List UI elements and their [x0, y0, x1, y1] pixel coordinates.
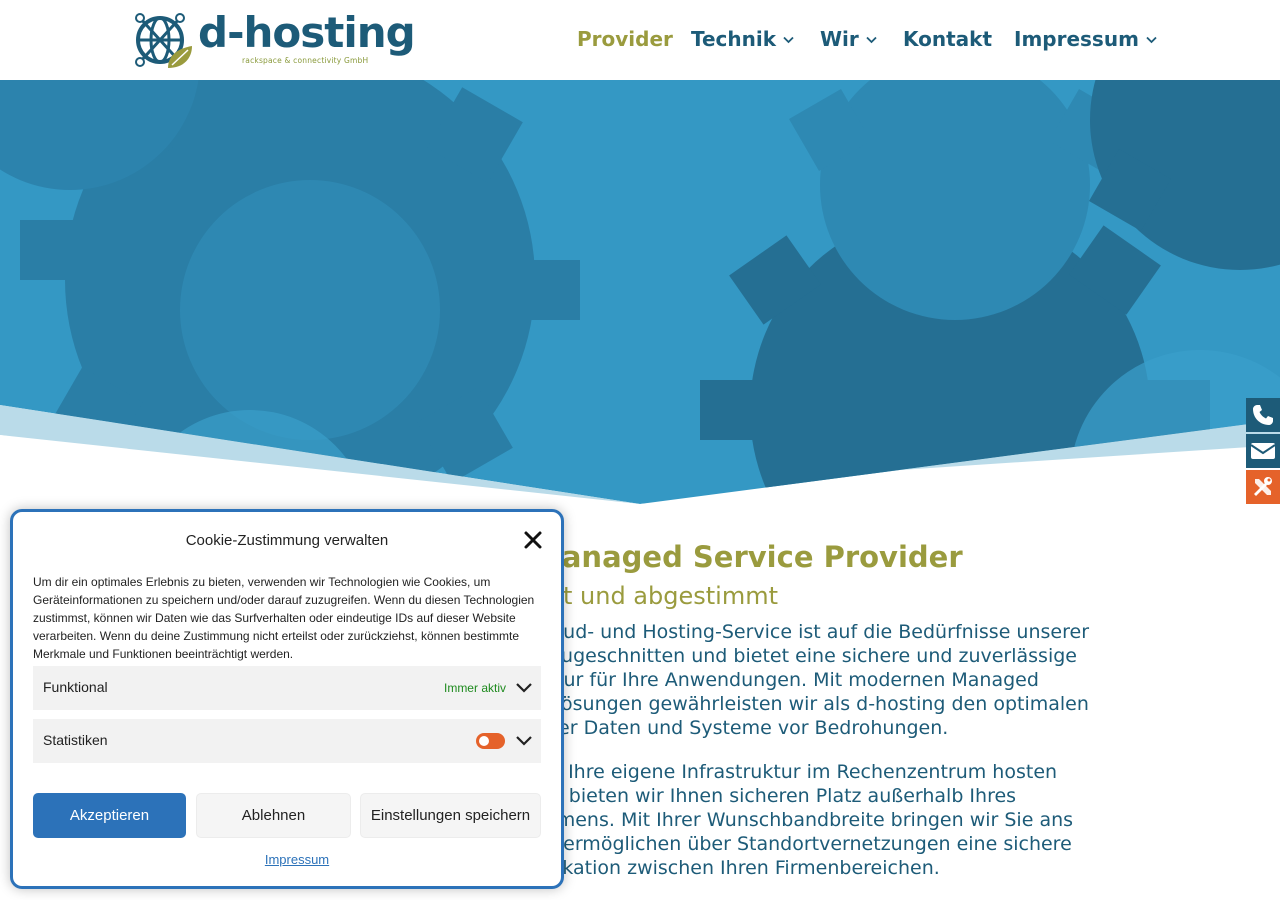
chevron-down-icon[interactable]: [515, 733, 533, 749]
chevron-down-icon: [783, 34, 794, 47]
category-label: Funktional: [43, 679, 108, 695]
nav-item-impressum[interactable]: Impressum: [1014, 27, 1157, 51]
category-funktional[interactable]: Funktional Immer aktiv: [33, 666, 541, 710]
email-button[interactable]: [1246, 434, 1280, 468]
support-button[interactable]: [1246, 470, 1280, 504]
chevron-down-icon: [866, 34, 877, 47]
chevron-down-icon[interactable]: [515, 680, 533, 696]
deny-button[interactable]: Ablehnen: [196, 793, 351, 838]
nav-item-label: Kontakt: [903, 27, 993, 51]
site-header: d-hosting rackspace & connectivity GmbH …: [0, 0, 1280, 80]
phone-icon: [1253, 405, 1273, 425]
hero-gears-graphic: [0, 80, 1280, 520]
category-status: Immer aktiv: [443, 681, 506, 695]
hosting-paragraph: Sie Ihre eigene Infrastruktur im Rechenz…: [533, 760, 1073, 880]
nav-item-kontakt[interactable]: Kontakt: [903, 27, 992, 51]
paragraph-line: en, bieten wir Ihnen sicheren Platz auße…: [533, 785, 1017, 807]
paragraph-line: y-Lösungen gewährleisten wir als d-hosti…: [533, 693, 1089, 715]
cookie-text-line: Geräteinformationen zu speichern und/ode…: [33, 593, 535, 607]
nav-item-label: Technik: [691, 27, 777, 51]
intro-paragraph: Cloud- und Hosting-Service ist auf die B…: [533, 620, 1089, 740]
cookie-text-line: Um dir ein optimales Erlebnis zu bieten,…: [33, 575, 491, 589]
paragraph-line: nd ermöglichen über Standortvernetzungen…: [533, 833, 1072, 855]
paragraph-line: Ihrer Daten und Systeme vor Bedrohungen.: [533, 717, 949, 739]
close-button[interactable]: [523, 530, 543, 550]
nav-item-provider[interactable]: Provider: [577, 27, 673, 51]
paragraph-line: Cloud- und Hosting-Service ist auf die B…: [533, 621, 1090, 643]
tools-icon: [1254, 477, 1272, 496]
statistics-toggle[interactable]: [476, 733, 505, 749]
paragraph-line: unikation zwischen Ihren Firmenbereichen…: [533, 857, 940, 879]
close-icon: [524, 531, 542, 549]
nav-item-label: Provider: [577, 27, 673, 51]
envelope-icon: [1250, 443, 1276, 459]
accept-button[interactable]: Akzeptieren: [33, 793, 186, 838]
category-statistiken[interactable]: Statistiken: [33, 719, 541, 763]
save-settings-button[interactable]: Einstellungen speichern: [360, 793, 541, 838]
cookie-text-line: verarbeiten. Wenn du deine Zustimmung ni…: [33, 629, 520, 643]
cookie-text-line: Merkmale und Funktionen beeinträchtigt w…: [33, 647, 294, 661]
chevron-down-icon: [1146, 34, 1157, 47]
logo-tagline: rackspace & connectivity GmbH: [242, 56, 369, 65]
hero-banner: [0, 80, 1280, 520]
category-label: Statistiken: [43, 732, 108, 748]
cookie-description: Um dir ein optimales Erlebnis zu bieten,…: [33, 573, 543, 663]
cookie-text-line: zustimmst, können wir Daten wie das Surf…: [33, 611, 516, 625]
main-nav: Provider Technik Wir Kontakt Impressum: [0, 27, 1280, 55]
contact-sidebar: [1246, 398, 1280, 506]
cookie-dialog-title: Cookie-Zustimmung verwalten: [185, 532, 389, 549]
page: d-hosting rackspace & connectivity GmbH …: [0, 0, 1280, 900]
toggle-knob: [479, 736, 489, 746]
phone-button[interactable]: [1246, 398, 1280, 432]
nav-item-wir[interactable]: Wir: [820, 27, 877, 51]
paragraph-line: ehmens. Mit Ihrer Wunschbandbreite bring…: [533, 809, 1074, 831]
paragraph-line: uktur für Ihre Anwendungen. Mit modernen…: [533, 669, 1039, 691]
impressum-link[interactable]: Impressum: [13, 852, 581, 867]
page-title: Managed Service Provider: [533, 540, 963, 574]
page-subtitle: ent und abgestimmt: [533, 582, 778, 610]
cookie-consent-dialog: Cookie-Zustimmung verwalten Um dir ein o…: [10, 509, 564, 889]
paragraph-line: Sie Ihre eigene Infrastruktur im Rechenz…: [533, 761, 1058, 783]
nav-item-label: Wir: [820, 27, 859, 51]
nav-item-technik[interactable]: Technik: [691, 27, 794, 51]
nav-item-label: Impressum: [1014, 27, 1139, 51]
paragraph-line: n zugeschnitten und bietet eine sichere …: [533, 645, 1077, 667]
